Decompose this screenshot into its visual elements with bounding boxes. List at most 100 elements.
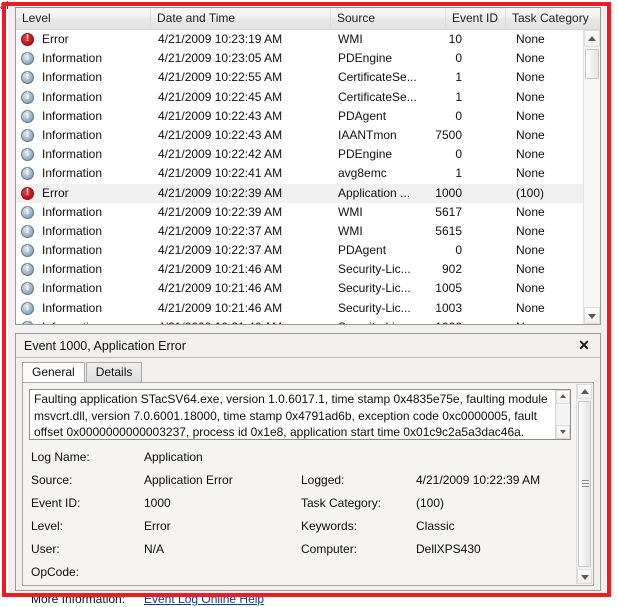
event-log-online-help-link[interactable]: Event Log Online Help xyxy=(144,591,264,607)
cell-task-category: None xyxy=(516,204,545,219)
scroll-up-button[interactable] xyxy=(584,30,600,47)
field-label-more-information: More Information: xyxy=(31,592,126,606)
event-list-header: Level Date and Time Source Event ID Task… xyxy=(16,8,600,30)
cell-task-category: None xyxy=(516,318,583,324)
table-row[interactable]: Information4/21/2009 10:22:43 AMIAANTmon… xyxy=(16,126,583,145)
table-row[interactable]: Error4/21/2009 10:22:39 AMApplication ..… xyxy=(16,183,583,203)
cell-level: Information xyxy=(42,108,103,123)
cell-event-id: 1 xyxy=(455,70,462,85)
detail-title-text: Event 1000, Application Error xyxy=(24,339,186,353)
cell-date-and-time: 4/21/2009 10:22:37 AM xyxy=(158,243,283,258)
chevron-up-icon xyxy=(588,35,596,41)
cell-date-and-time: 4/21/2009 10:22:41 AM xyxy=(158,166,283,181)
cell-event-id: 1000 xyxy=(435,185,462,200)
table-row[interactable]: Information4/21/2009 10:22:42 AMPDEngine… xyxy=(16,145,583,164)
field-value-logged: 4/21/2009 10:22:39 AM xyxy=(416,473,541,487)
field-value-source: Application Error xyxy=(144,473,233,487)
cell-task-category: None xyxy=(516,166,545,181)
detail-scrollbar[interactable] xyxy=(576,384,592,584)
table-row[interactable]: Information4/21/2009 10:21:46 AMSecurity… xyxy=(16,279,583,298)
grip-icon xyxy=(581,480,589,488)
detail-scroll-down-button[interactable] xyxy=(577,569,592,584)
cell-level: Error xyxy=(42,185,69,200)
cell-date-and-time: 4/21/2009 10:21:46 AM xyxy=(158,300,283,315)
column-header-event-id[interactable]: Event ID xyxy=(446,8,506,29)
cell-date-and-time: 4/21/2009 10:22:42 AM xyxy=(158,147,283,162)
chevron-down-icon xyxy=(580,574,589,580)
cell-event-id: 10 xyxy=(448,32,462,46)
detail-scrollbar-thumb[interactable] xyxy=(578,401,591,567)
cell-event-id: 0 xyxy=(455,147,462,162)
table-row[interactable]: Information4/21/2009 10:22:45 AMCertific… xyxy=(16,88,583,107)
cell-task-category: None xyxy=(516,262,545,277)
cell-event-id: 5617 xyxy=(435,204,462,219)
cell-level: Information xyxy=(42,281,103,296)
table-row[interactable]: Information4/21/2009 10:22:55 AMCertific… xyxy=(16,68,583,87)
scroll-down-button[interactable] xyxy=(584,307,600,324)
cell-date-and-time: 4/21/2009 10:21:46 AM xyxy=(158,318,338,324)
table-row[interactable]: Information4/21/2009 10:21:46 AMSecurity… xyxy=(16,318,583,324)
cell-level: Information xyxy=(42,223,103,238)
cell-date-and-time: 4/21/2009 10:22:43 AM xyxy=(158,127,283,142)
description-scrollbar[interactable] xyxy=(555,390,570,439)
description-scroll-down-button[interactable] xyxy=(556,425,570,439)
field-label-keywords: Keywords: xyxy=(301,519,358,533)
table-row[interactable]: Information4/21/2009 10:22:41 AMavg8emc1… xyxy=(16,164,583,183)
cell-task-category: None xyxy=(516,32,545,46)
cell-event-id: 7500 xyxy=(435,127,462,142)
column-header-task-category[interactable]: Task Category xyxy=(506,8,600,29)
event-list-pane: Level Date and Time Source Event ID Task… xyxy=(15,7,601,325)
cell-task-category: (100) xyxy=(516,185,545,200)
cell-level: Information xyxy=(42,89,103,104)
chevron-down-icon xyxy=(560,430,566,434)
field-label-user: User: xyxy=(31,542,60,556)
cell-event-id: 0 xyxy=(455,243,462,258)
cell-event-id: 0 xyxy=(455,51,462,66)
event-list-scrollbar[interactable] xyxy=(583,30,600,324)
table-row[interactable]: Information4/21/2009 10:22:39 AMWMI5617N… xyxy=(16,203,583,222)
cell-level: Information xyxy=(42,262,103,277)
column-header-level[interactable]: Level xyxy=(16,8,151,29)
cell-task-category: None xyxy=(516,70,545,85)
cell-task-category: None xyxy=(516,300,545,315)
scrollbar-thumb[interactable] xyxy=(585,49,599,79)
event-description-text: Faulting application STacSV64.exe, versi… xyxy=(34,392,548,439)
field-label-task-category: Task Category: xyxy=(301,496,382,510)
table-row[interactable]: Information4/21/2009 10:23:05 AMPDEngine… xyxy=(16,49,583,68)
table-row[interactable]: Information4/21/2009 10:21:46 AMSecurity… xyxy=(16,299,583,318)
event-detail-pane: Event 1000, Application Error ✕ General … xyxy=(15,333,601,606)
cell-event-id: 1003 xyxy=(435,300,462,315)
cell-date-and-time: 4/21/2009 10:22:43 AM xyxy=(158,108,283,123)
field-value-log-name: Application xyxy=(144,450,203,464)
column-header-date-and-time[interactable]: Date and Time xyxy=(151,8,331,29)
close-icon[interactable]: ✕ xyxy=(576,337,592,353)
cell-level: Information xyxy=(42,127,103,142)
field-label-level: Level: xyxy=(31,519,64,533)
field-label-computer: Computer: xyxy=(301,542,358,556)
field-value-keywords: Classic xyxy=(416,519,455,533)
field-value-user: N/A xyxy=(144,542,165,556)
cell-date-and-time: 4/21/2009 10:22:39 AM xyxy=(158,204,283,219)
tab-general[interactable]: General xyxy=(22,362,85,382)
cell-level: Information xyxy=(42,147,103,162)
table-row[interactable]: Information4/21/2009 10:22:43 AMPDAgent0… xyxy=(16,107,583,126)
event-description-box[interactable]: Faulting application STacSV64.exe, versi… xyxy=(29,389,571,440)
description-scroll-up-button[interactable] xyxy=(556,390,570,404)
cell-date-and-time: 4/21/2009 10:22:55 AM xyxy=(158,70,283,85)
field-label-source: Source: xyxy=(31,473,73,487)
chevron-up-icon xyxy=(560,394,566,398)
cell-date-and-time: 4/21/2009 10:22:39 AM xyxy=(158,185,283,200)
table-row[interactable]: Information4/21/2009 10:22:37 AMPDAgent0… xyxy=(16,241,583,260)
table-row[interactable]: Information4/21/2009 10:22:37 AMWMI5615N… xyxy=(16,222,583,241)
cell-task-category: None xyxy=(516,243,545,258)
cell-event-id: 5615 xyxy=(435,223,462,238)
column-header-source[interactable]: Source xyxy=(331,8,446,29)
chevron-up-icon xyxy=(580,388,589,394)
cell-event-id: 902 xyxy=(441,262,462,277)
tab-details[interactable]: Details xyxy=(85,362,143,382)
detail-scroll-up-button[interactable] xyxy=(577,384,592,399)
table-row[interactable]: Error4/21/2009 10:23:19 AMWMI10None xyxy=(16,30,583,49)
table-row[interactable]: Information4/21/2009 10:21:46 AMSecurity… xyxy=(16,260,583,279)
cell-task-category: None xyxy=(516,223,545,238)
cell-level: Error xyxy=(42,32,69,46)
